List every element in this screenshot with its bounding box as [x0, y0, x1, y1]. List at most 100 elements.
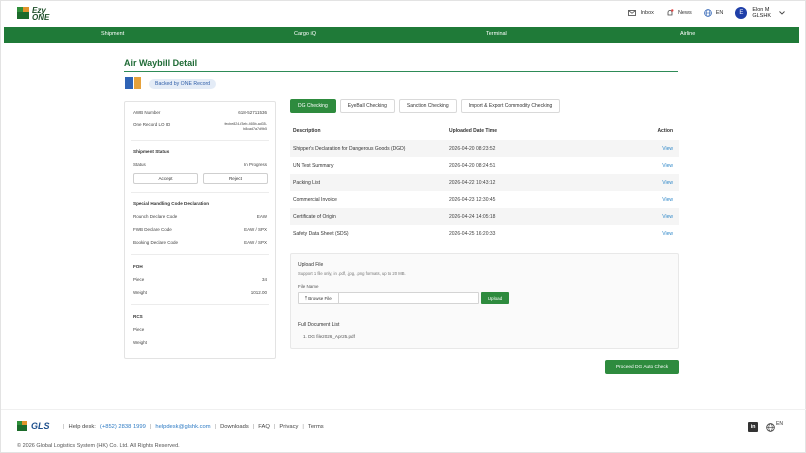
status-row: Status In Progress: [133, 162, 267, 167]
table-header: Description Uploaded Date Time Action: [290, 125, 679, 137]
table-row: Safety Data Sheet (SDS) 2026-04-25 16:20…: [290, 225, 679, 242]
gls-wordmark: GLS: [31, 421, 50, 431]
upload-title: Upload File: [298, 262, 324, 268]
table-row: Shipper's Declaration for Dangerous Good…: [290, 140, 679, 157]
foh-weight-value: 1012.00: [250, 290, 267, 295]
awb-row: AWB Number 618-52711536: [133, 110, 267, 115]
downloads-link[interactable]: Downloads: [220, 424, 249, 430]
chevron-down-icon[interactable]: [779, 11, 785, 15]
inbox-label: Inbox: [640, 10, 654, 16]
shipment-summary-card: AWB Number 618-52711536 One Record LO ID…: [124, 101, 276, 359]
news-button[interactable]: News: [666, 9, 692, 17]
logo-mark-icon: [17, 7, 30, 19]
top-bar: Ezy ONE Inbox News EN E Elon M GLSHK: [1, 1, 806, 27]
row-date: 2026-04-20 08:24:51: [449, 163, 496, 169]
main-nav: Shipment Cargo iQ Terminal Airline: [4, 27, 799, 43]
divider: [131, 192, 269, 193]
rcs-piece-row: Piece: [133, 327, 267, 332]
row-description: Packing List: [293, 180, 320, 186]
tab-commodity-checking[interactable]: Import & Export Commodity Checking: [460, 99, 561, 113]
table-row: Commercial Invoice 2026-04-23 12:30:45 V…: [290, 191, 679, 208]
inbox-button[interactable]: Inbox: [628, 10, 654, 16]
nav-item-airline[interactable]: Airline: [680, 31, 695, 37]
foh-piece-row: Piece 34: [133, 277, 267, 282]
full-document-list-title: Full Document List: [298, 322, 340, 328]
tab-sanction-checking[interactable]: Sanction Checking: [398, 99, 457, 113]
status-label: Status: [133, 162, 146, 167]
shc-row: Booking Declare Code EAW / SPX: [133, 240, 267, 245]
rcs-piece-label: Piece: [133, 327, 145, 332]
footer-language-label: EN: [776, 421, 783, 427]
shc-value: EAW: [256, 214, 267, 219]
row-description: Commercial Invoice: [293, 197, 337, 203]
rcs-weight-row: Weight: [133, 340, 267, 345]
terms-link[interactable]: Terms: [308, 424, 324, 430]
row-description: Certificate of Origin: [293, 214, 336, 220]
linkedin-icon[interactable]: in: [748, 422, 759, 432]
oneid-row: One Record LO ID fecbe824-f3eb-465b-ad35…: [133, 122, 267, 131]
globe-icon[interactable]: [766, 422, 775, 432]
row-date: 2026-04-24 14:05:18: [449, 214, 496, 220]
view-link[interactable]: View: [662, 214, 673, 220]
document-list-item[interactable]: 1. DG file2026_Apr25.pdf: [303, 334, 355, 339]
header-description: Description: [293, 128, 321, 134]
privacy-link[interactable]: Privacy: [279, 424, 298, 430]
table-row: Packing List 2026-04-22 10:43:12 View: [290, 174, 679, 191]
shc-row: Rounch Declare Code EAW: [133, 214, 267, 219]
footer-divider: [1, 409, 806, 410]
status-value: In Progress: [243, 162, 267, 167]
user-menu[interactable]: Elon M GLSHK: [752, 7, 771, 19]
ezyone-logo[interactable]: Ezy ONE: [17, 7, 49, 22]
foh-piece-value: 34: [261, 277, 267, 282]
row-description: Shipper's Declaration for Dangerous Good…: [293, 146, 406, 152]
view-link[interactable]: View: [662, 197, 673, 203]
shc-row: FWB Declare Code EAW / SPX: [133, 227, 267, 232]
gls-logo[interactable]: GLS: [17, 421, 50, 431]
awb-value: 618-52711536: [238, 110, 267, 115]
view-link[interactable]: View: [662, 146, 673, 152]
shc-heading: Special Handling Code Declaration: [133, 201, 210, 206]
rcs-heading: RCS: [133, 314, 143, 319]
copyright: © 2026 Global Logistics System (HK) Co. …: [17, 443, 180, 449]
shc-label: Rounch Declare Code: [133, 214, 178, 219]
bell-icon: [667, 9, 674, 16]
mail-icon: [628, 10, 637, 16]
page-title: Air Waybill Detail: [124, 58, 198, 68]
view-link[interactable]: View: [662, 180, 673, 186]
view-link[interactable]: View: [662, 163, 673, 169]
foh-heading: FOH: [133, 264, 143, 269]
row-description: UN Test Summary: [293, 163, 334, 169]
awb-label: AWB Number: [133, 110, 161, 115]
nav-item-shipment[interactable]: Shipment: [101, 31, 124, 37]
view-link[interactable]: View: [662, 231, 673, 237]
table-row: UN Test Summary 2026-04-20 08:24:51 View: [290, 157, 679, 174]
browse-file-button[interactable]: ⤒ Browse File: [299, 293, 339, 303]
page: Ezy ONE Inbox News EN E Elon M GLSHK Shi…: [0, 0, 806, 453]
row-date: 2026-04-23 12:30:45: [449, 197, 496, 203]
faq-link[interactable]: FAQ: [258, 424, 270, 430]
upload-button[interactable]: Upload: [481, 292, 509, 304]
file-name-field[interactable]: ⤒ Browse File: [298, 292, 479, 304]
shc-label: Booking Declare Code: [133, 240, 179, 245]
helpdesk-phone-link[interactable]: (+852) 2838 1999: [100, 424, 146, 430]
tab-eyeball-checking[interactable]: EyeBall Checking: [339, 99, 395, 113]
shipment-status-heading: Shipment Status: [133, 149, 170, 154]
footer-icons: in EN: [748, 421, 783, 432]
shc-value: EAW / SPX: [244, 240, 267, 245]
table-row: Certificate of Origin 2026-04-24 14:05:1…: [290, 208, 679, 225]
header-uploaded: Uploaded Date Time: [449, 128, 497, 134]
nav-item-terminal[interactable]: Terminal: [486, 31, 507, 37]
reject-button[interactable]: Reject: [203, 173, 268, 184]
language-selector[interactable]: EN: [703, 9, 723, 17]
avatar[interactable]: E: [735, 7, 748, 19]
divider: [131, 140, 269, 141]
upload-panel: Upload File Support 1 file only, in .pdf…: [290, 253, 679, 349]
helpdesk-email-link[interactable]: helpdesk@glshk.com: [155, 424, 210, 430]
oneid-value: fecbe824-f3eb-465b-ad35-b8cad7a7d9b5: [224, 122, 267, 131]
tab-dg-checking[interactable]: DG Checking: [290, 99, 336, 113]
checking-tabs: DG Checking EyeBall Checking Sanction Ch…: [290, 99, 564, 113]
proceed-dg-auto-check-button[interactable]: Proceed DG Auto Check: [605, 360, 679, 374]
nav-item-cargo-iq[interactable]: Cargo iQ: [294, 31, 316, 37]
one-record-logo-icon: [125, 77, 143, 89]
accept-button[interactable]: Accept: [133, 173, 198, 184]
